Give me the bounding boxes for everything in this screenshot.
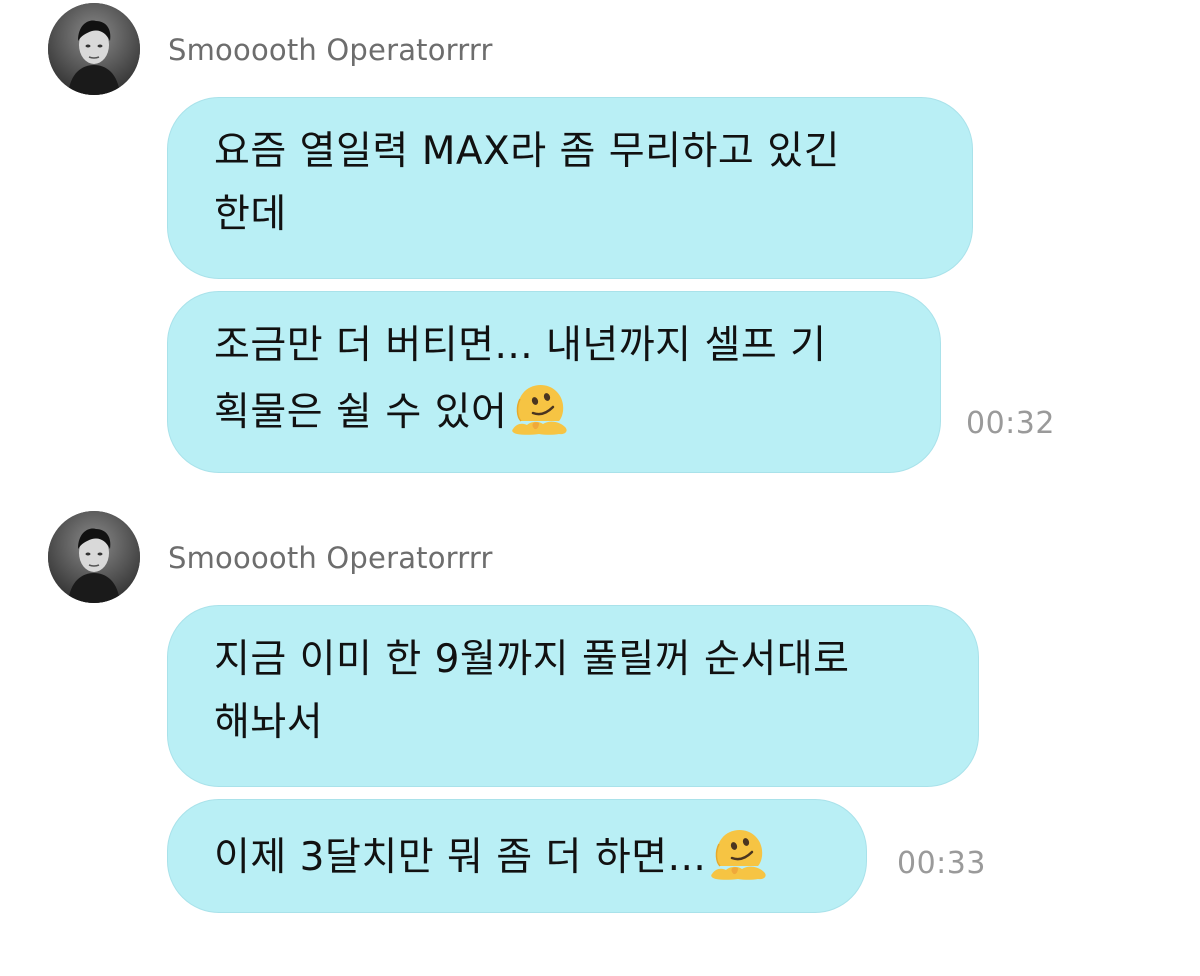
message-bubble[interactable]: 지금 이미 한 9월까지 풀릴꺼 순서대로 해놔서 [167,605,979,787]
message-text-line: 획물은 쉴 수 있어 [214,377,896,444]
profile-photo-icon [48,3,140,95]
timestamp: 00:32 [966,406,1055,441]
message-text-line: 한데 [214,192,287,237]
message-bubble[interactable]: 이제 3달치만 뭐 좀 더 하면... [167,799,867,913]
message-bubble[interactable]: 조금만 더 버티면... 내년까지 셀프 기 획물은 쉴 수 있어 [167,291,941,473]
profile-photo-icon [48,511,140,603]
message-text: 획물은 쉴 수 있어 [214,390,508,435]
melting-face-emoji-icon [509,377,571,439]
timestamp: 00:33 [897,846,986,881]
melting-face-emoji-icon [708,822,770,884]
message-text-line: 해놔서 [214,700,324,745]
avatar[interactable] [48,511,140,603]
message-text-line: 지금 이미 한 9월까지 풀릴꺼 순서대로 [214,637,850,682]
sender-name: Smooooth Operatorrrr [168,33,493,67]
message-text-line: 조금만 더 버티면... 내년까지 셀프 기 [214,323,827,368]
message-bubble[interactable]: 요즘 열일력 MAX라 좀 무리하고 있긴 한데 [167,97,973,279]
message-text-line: 이제 3달치만 뭐 좀 더 하면... [214,822,822,889]
message-text: 이제 3달치만 뭐 좀 더 하면... [214,835,707,880]
sender-name: Smooooth Operatorrrr [168,541,493,575]
message-text-line: 요즘 열일력 MAX라 좀 무리하고 있긴 [214,129,840,174]
avatar[interactable] [48,3,140,95]
